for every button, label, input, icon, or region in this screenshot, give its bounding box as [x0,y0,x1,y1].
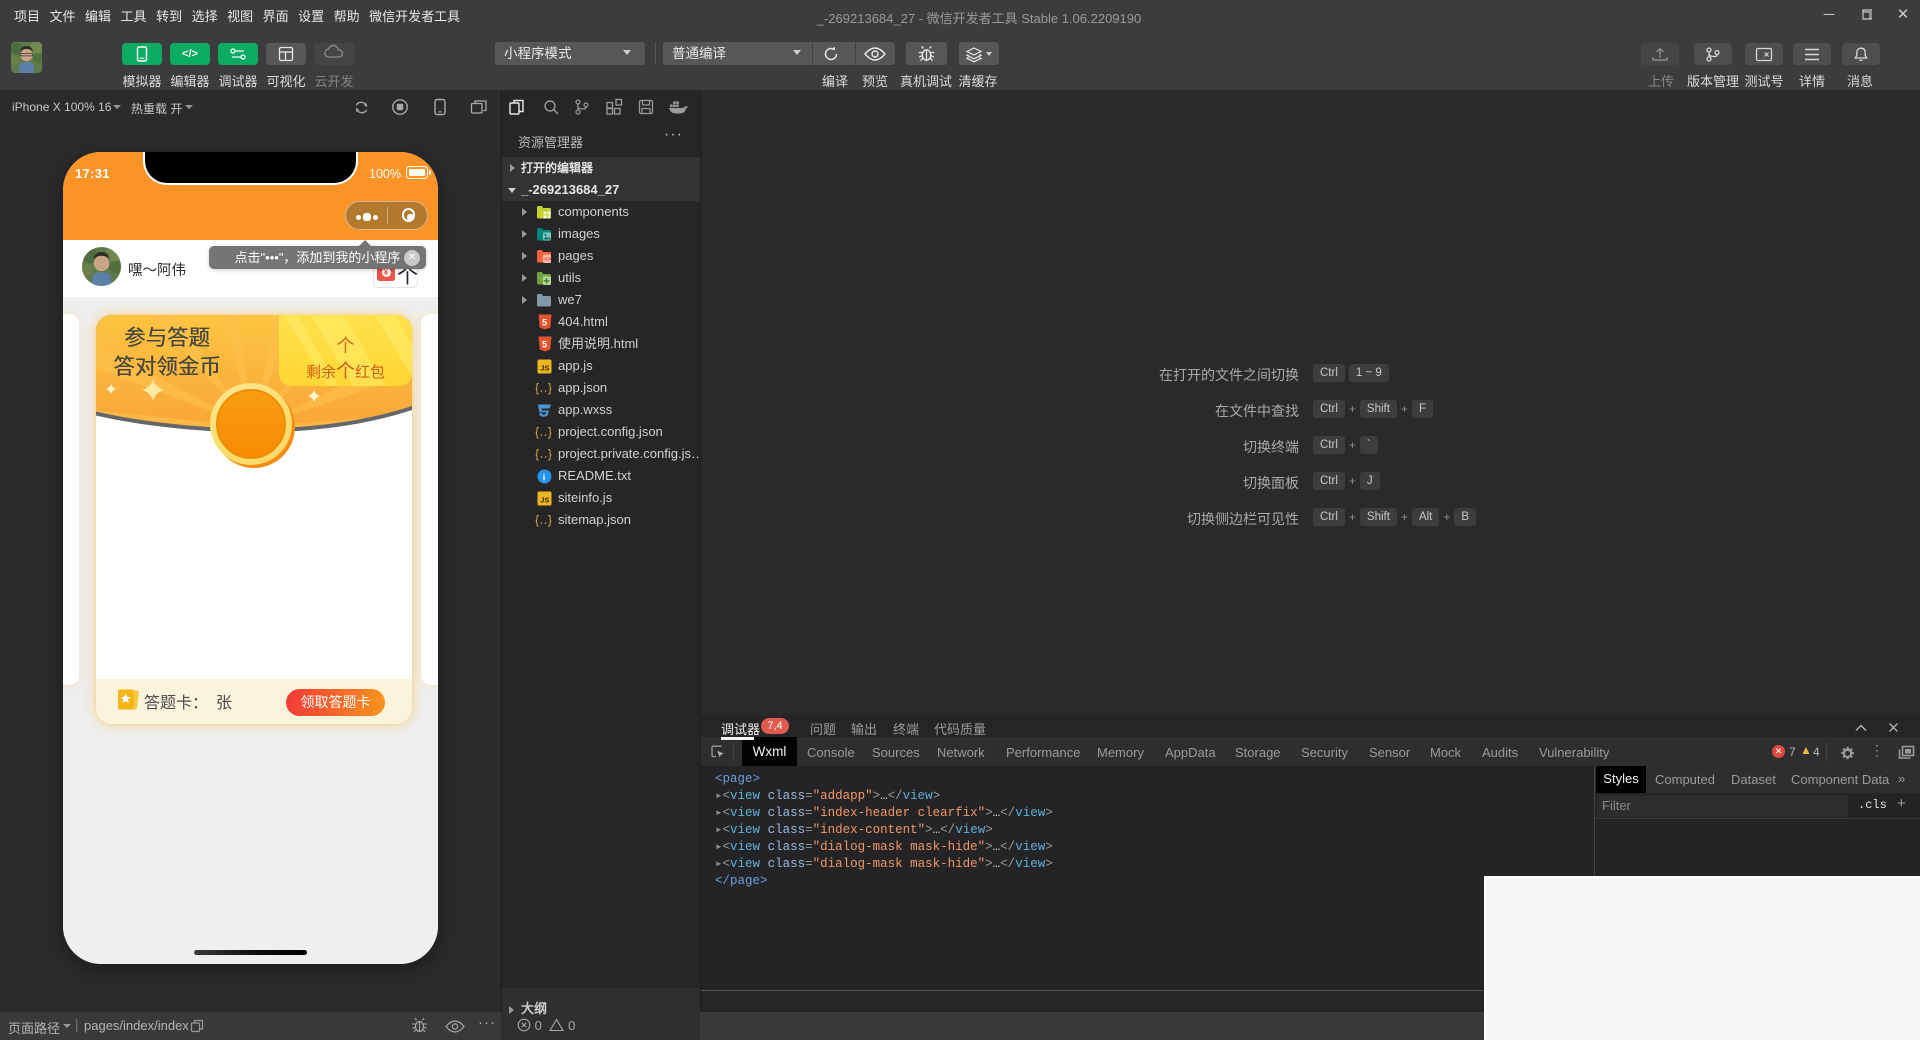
svg-text:{..}: {..} [535,449,552,462]
svg-text:5: 5 [542,340,547,350]
svg-text:{..}: {..} [535,383,552,396]
svg-text:<>: <> [544,256,552,263]
svg-text:JS: JS [540,496,549,505]
svg-text:i: i [543,473,546,483]
svg-text:5: 5 [542,318,547,328]
svg-text:{..}: {..} [535,427,552,440]
svg-text:{..}: {..} [535,515,552,528]
svg-text:JS: JS [540,364,549,373]
